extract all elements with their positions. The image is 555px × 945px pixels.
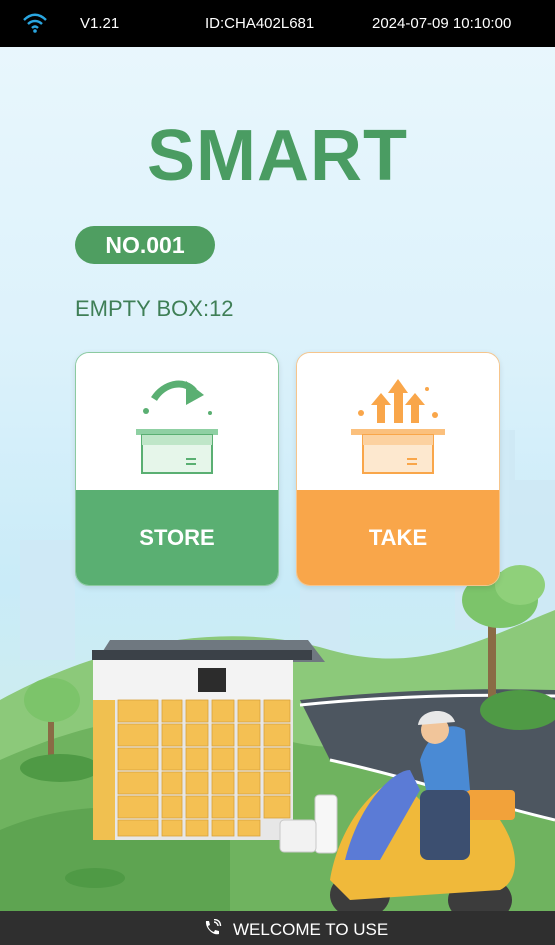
app-version: V1.21 <box>80 15 120 32</box>
locker-cabinet <box>92 640 325 840</box>
empty-box-count: EMPTY BOX:12 <box>75 296 234 321</box>
page-title: SMART <box>147 116 408 196</box>
welcome-text: WELCOME TO USE <box>233 920 389 939</box>
take-label: TAKE <box>297 490 499 585</box>
status-bar: V1.21 ID:CHA402L681 2024-07-09 10:10:00 <box>0 0 555 47</box>
device-id: ID:CHA402L681 <box>205 15 315 32</box>
store-label: STORE <box>76 490 278 585</box>
store-button[interactable]: STORE <box>75 352 279 586</box>
footer-bar: WELCOME TO USE <box>0 911 555 945</box>
take-card-image-area <box>297 353 499 490</box>
wifi-icon <box>23 13 47 33</box>
store-box-icon <box>136 380 218 474</box>
store-card-image-area <box>76 353 278 490</box>
phone-icon <box>205 919 222 935</box>
datetime: 2024-07-09 10:10:00 <box>372 15 512 32</box>
take-box-icon <box>351 379 445 474</box>
locker-number-badge: NO.001 <box>75 226 215 264</box>
take-button[interactable]: TAKE <box>296 352 500 586</box>
main-screen: V1.21 ID:CHA402L681 2024-07-09 10:10:00 … <box>0 0 555 945</box>
